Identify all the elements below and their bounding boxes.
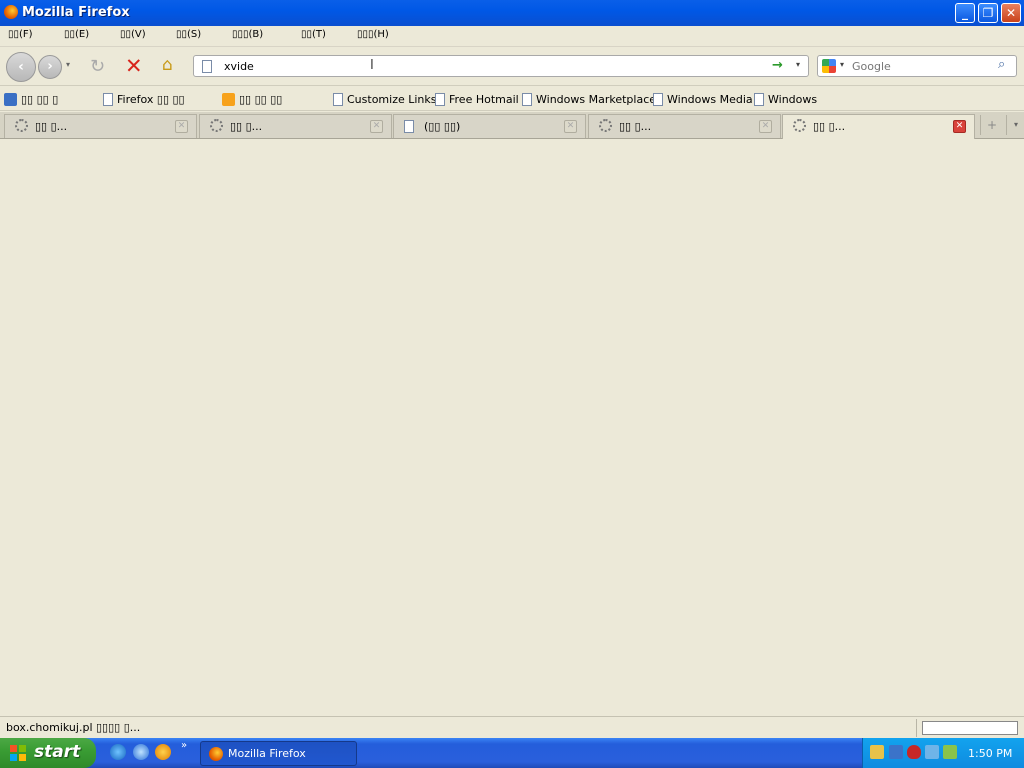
menu-tools[interactable]: ▯▯(T) xyxy=(301,29,326,40)
page-icon xyxy=(754,92,764,106)
forward-button[interactable]: › xyxy=(38,55,62,79)
loading-throbber-icon xyxy=(599,119,612,132)
close-tab-icon[interactable]: ✕ xyxy=(564,120,577,133)
home-icon[interactable]: ⌂ xyxy=(162,55,173,75)
firefox-icon xyxy=(4,5,18,19)
google-engine-icon[interactable] xyxy=(822,59,836,73)
tab-label: ▯▯ ▯... xyxy=(35,120,68,133)
bookmark-item[interactable]: ▯▯ ▯▯ ▯▯ xyxy=(222,91,282,107)
reload-icon[interactable]: ↻ xyxy=(90,56,105,77)
start-button[interactable]: start xyxy=(0,738,96,768)
bookmark-item[interactable]: Customize Links xyxy=(333,91,437,107)
menu-history[interactable]: ▯▯(S) xyxy=(176,29,201,40)
history-dropdown-icon[interactable]: ▾ xyxy=(66,60,70,69)
site-page-icon xyxy=(202,60,212,73)
feed-icon xyxy=(222,92,235,106)
bookmark-item[interactable]: Windows xyxy=(754,91,817,107)
tab[interactable]: ▯▯ ▯... ✕ xyxy=(588,114,781,138)
clock[interactable]: 1:50 PM xyxy=(968,747,1012,760)
page-icon xyxy=(653,92,663,106)
display-tray-icon[interactable] xyxy=(889,745,903,759)
url-dropdown-icon[interactable]: ▾ xyxy=(796,60,800,69)
minimize-button[interactable]: _ xyxy=(955,3,975,23)
engine-dropdown-icon[interactable]: ▾ xyxy=(840,60,844,69)
tab-active[interactable]: ▯▯ ▯... ✕ xyxy=(782,114,975,139)
bookmark-item[interactable]: ▯▯ ▯▯ ▯ xyxy=(4,91,58,107)
close-window-button[interactable]: ✕ xyxy=(1001,3,1021,23)
tab-label: ▯▯ ▯... xyxy=(619,120,652,133)
quicklaunch-overflow-icon[interactable]: » xyxy=(181,740,187,751)
bookmark-item[interactable]: Free Hotmail xyxy=(435,91,519,107)
tab-label: ▯▯ ▯... xyxy=(230,120,263,133)
tab-label: (▯▯ ▯▯) xyxy=(424,120,461,133)
close-tab-icon[interactable]: ✕ xyxy=(175,120,188,133)
search-bar[interactable]: ▾ ⌕ xyxy=(817,55,1017,77)
tab-label: ▯▯ ▯... xyxy=(813,120,846,133)
page-icon xyxy=(103,92,113,106)
status-bar: box.chomikuj.pl ▯▯▯▯ ▯... xyxy=(0,716,1024,739)
taskbar-window-button[interactable]: Mozilla Firefox xyxy=(200,741,357,766)
page-icon xyxy=(522,92,532,106)
restore-button[interactable]: ❐ xyxy=(978,3,998,23)
url-input[interactable] xyxy=(224,59,764,73)
media-player-icon[interactable] xyxy=(155,744,171,760)
menu-bookmarks[interactable]: ▯▯▯(B) xyxy=(232,29,263,40)
loading-throbber-icon xyxy=(793,119,806,132)
back-button[interactable]: ‹ xyxy=(6,52,36,82)
close-tab-icon[interactable]: ✕ xyxy=(370,120,383,133)
network-tray-icon[interactable] xyxy=(870,745,884,759)
progress-meter xyxy=(922,721,1018,735)
url-bar[interactable]: I → ▾ xyxy=(193,55,809,77)
page-icon xyxy=(333,92,343,106)
page-content xyxy=(0,139,1024,716)
page-icon xyxy=(435,92,445,106)
go-arrow-icon[interactable]: → xyxy=(772,58,783,73)
internet-explorer-icon[interactable] xyxy=(110,744,126,760)
loading-throbber-icon xyxy=(210,119,223,132)
search-input[interactable] xyxy=(852,59,992,73)
loading-throbber-icon xyxy=(15,119,28,132)
bookmarks-toolbar: ▯▯ ▯▯ ▯ Firefox ▯▯ ▯▯ ▯▯ ▯▯ ▯▯ Customize… xyxy=(0,86,1024,111)
new-tab-icon[interactable]: + xyxy=(980,115,1003,135)
page-icon xyxy=(404,120,414,133)
update-tray-icon[interactable] xyxy=(943,745,957,759)
close-tab-icon[interactable]: ✕ xyxy=(759,120,772,133)
magnifier-icon[interactable]: ⌕ xyxy=(998,57,1005,72)
menu-file[interactable]: ▯▯(F) xyxy=(8,29,33,40)
start-label: start xyxy=(34,742,81,762)
menu-help[interactable]: ▯▯▯(H) xyxy=(357,29,389,40)
tab-list-icon[interactable]: ▾ xyxy=(1006,115,1024,135)
title-bar[interactable]: Mozilla Firefox _ ❐ ✕ xyxy=(0,0,1024,26)
status-text: box.chomikuj.pl ▯▯▯▯ ▯... xyxy=(6,721,141,734)
security-shield-icon[interactable] xyxy=(907,745,921,759)
text-cursor-icon: I xyxy=(370,58,374,73)
stop-icon[interactable]: ✕ xyxy=(125,54,143,78)
bookmark-item[interactable]: Windows Marketplace xyxy=(522,91,656,107)
windows-logo-icon xyxy=(10,745,26,761)
bookmark-item[interactable]: Windows Media xyxy=(653,91,753,107)
search-icon xyxy=(4,92,17,106)
taskbar-window-label: Mozilla Firefox xyxy=(228,747,306,760)
menu-view[interactable]: ▯▯(V) xyxy=(120,29,146,40)
status-divider xyxy=(916,719,917,737)
connection-tray-icon[interactable] xyxy=(925,745,939,759)
back-arrow-icon: ‹ xyxy=(18,59,24,75)
menu-bar: ▯▯(F) ▯▯(E) ▯▯(V) ▯▯(S) ▯▯▯(B) ▯▯(T) ▯▯▯… xyxy=(0,26,1024,47)
menu-edit[interactable]: ▯▯(E) xyxy=(64,29,89,40)
outlook-express-icon[interactable] xyxy=(133,744,149,760)
tab[interactable]: ▯▯ ▯... ✕ xyxy=(199,114,392,138)
tab[interactable]: (▯▯ ▯▯) ✕ xyxy=(393,114,586,138)
tab[interactable]: ▯▯ ▯... ✕ xyxy=(4,114,197,138)
close-tab-icon[interactable]: ✕ xyxy=(953,120,966,133)
window-title: Mozilla Firefox xyxy=(22,5,130,20)
firefox-icon xyxy=(209,747,223,761)
forward-arrow-icon: › xyxy=(47,59,53,74)
bookmark-item[interactable]: Firefox ▯▯ ▯▯ xyxy=(103,91,185,107)
